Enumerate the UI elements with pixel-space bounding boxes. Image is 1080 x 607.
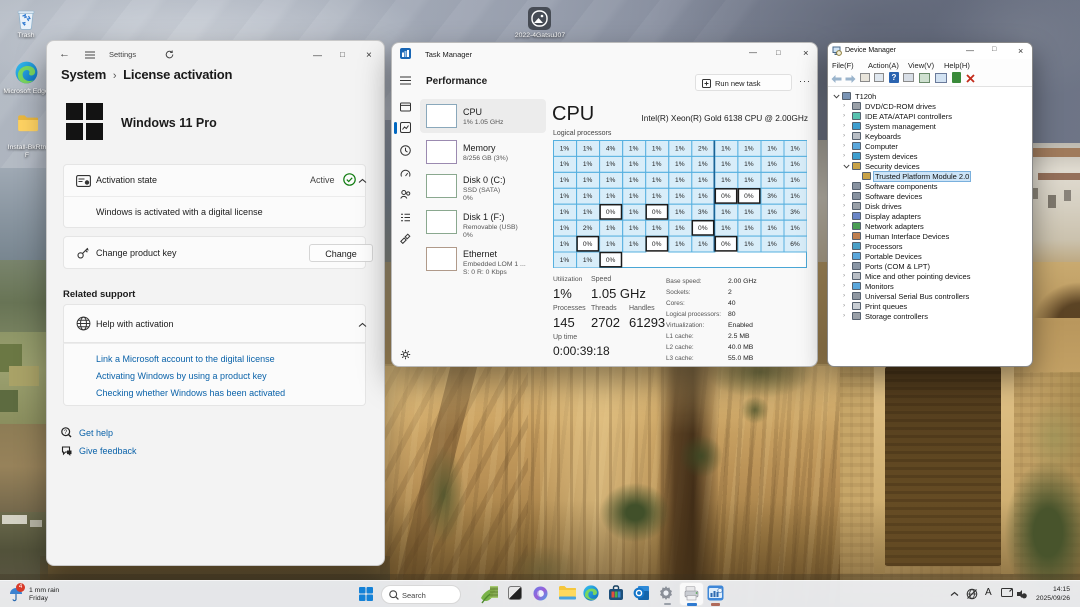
svg-text:0%: 0% <box>652 209 662 216</box>
svg-text:1%: 1% <box>560 145 570 152</box>
svg-text:1%: 1% <box>790 161 800 168</box>
svg-text:1%: 1% <box>583 257 593 264</box>
svg-text:1%: 1% <box>790 225 800 232</box>
svg-text:1%: 1% <box>721 145 731 152</box>
svg-text:1%: 1% <box>767 225 777 232</box>
svg-text:1%: 1% <box>606 225 616 232</box>
svg-text:1%: 1% <box>606 193 616 200</box>
svg-text:1%: 1% <box>744 225 754 232</box>
svg-text:1%: 1% <box>744 145 754 152</box>
svg-text:1%: 1% <box>652 145 662 152</box>
svg-text:1%: 1% <box>767 161 777 168</box>
svg-text:1%: 1% <box>675 209 685 216</box>
svg-text:1%: 1% <box>698 241 708 248</box>
svg-text:1%: 1% <box>790 145 800 152</box>
svg-text:1%: 1% <box>560 225 570 232</box>
svg-text:1%: 1% <box>606 177 616 184</box>
svg-text:1%: 1% <box>675 193 685 200</box>
svg-text:4%: 4% <box>606 145 616 152</box>
svg-text:2%: 2% <box>583 225 593 232</box>
svg-text:0%: 0% <box>606 209 616 216</box>
svg-text:1%: 1% <box>675 161 685 168</box>
svg-text:0%: 0% <box>744 193 754 200</box>
svg-text:2%: 2% <box>698 145 708 152</box>
svg-text:0%: 0% <box>652 241 662 248</box>
svg-text:1%: 1% <box>652 193 662 200</box>
svg-text:1%: 1% <box>744 161 754 168</box>
svg-text:1%: 1% <box>560 177 570 184</box>
svg-text:3%: 3% <box>790 209 800 216</box>
svg-text:1%: 1% <box>583 193 593 200</box>
svg-text:1%: 1% <box>721 225 731 232</box>
svg-text:0%: 0% <box>698 225 708 232</box>
svg-text:1%: 1% <box>675 241 685 248</box>
svg-text:1%: 1% <box>652 177 662 184</box>
svg-text:1%: 1% <box>767 209 777 216</box>
svg-text:1%: 1% <box>744 209 754 216</box>
svg-text:0%: 0% <box>606 257 616 264</box>
svg-text:1%: 1% <box>698 193 708 200</box>
svg-text:1%: 1% <box>652 161 662 168</box>
svg-text:1%: 1% <box>583 209 593 216</box>
svg-text:1%: 1% <box>629 177 639 184</box>
svg-text:0%: 0% <box>721 193 731 200</box>
svg-text:1%: 1% <box>629 193 639 200</box>
svg-text:1%: 1% <box>767 145 777 152</box>
svg-text:1%: 1% <box>675 177 685 184</box>
svg-text:1%: 1% <box>744 241 754 248</box>
svg-text:1%: 1% <box>698 177 708 184</box>
svg-text:1%: 1% <box>560 193 570 200</box>
svg-text:1%: 1% <box>652 225 662 232</box>
svg-text:1%: 1% <box>698 161 708 168</box>
svg-text:1%: 1% <box>767 241 777 248</box>
svg-text:1%: 1% <box>629 225 639 232</box>
svg-text:3%: 3% <box>698 209 708 216</box>
svg-text:1%: 1% <box>560 241 570 248</box>
svg-text:1%: 1% <box>721 209 731 216</box>
svg-text:1%: 1% <box>629 241 639 248</box>
svg-text:0%: 0% <box>583 241 593 248</box>
svg-text:1%: 1% <box>583 161 593 168</box>
svg-text:6%: 6% <box>790 241 800 248</box>
svg-text:1%: 1% <box>606 161 616 168</box>
svg-text:1%: 1% <box>721 177 731 184</box>
svg-text:1%: 1% <box>560 257 570 264</box>
svg-text:1%: 1% <box>675 145 685 152</box>
svg-text:1%: 1% <box>629 145 639 152</box>
svg-text:1%: 1% <box>560 209 570 216</box>
svg-text:3%: 3% <box>767 193 777 200</box>
svg-text:1%: 1% <box>629 209 639 216</box>
svg-text:1%: 1% <box>583 145 593 152</box>
svg-text:1%: 1% <box>790 193 800 200</box>
svg-text:1%: 1% <box>583 177 593 184</box>
svg-text:1%: 1% <box>721 161 731 168</box>
svg-text:0%: 0% <box>721 241 731 248</box>
svg-text:1%: 1% <box>560 161 570 168</box>
svg-text:1%: 1% <box>629 161 639 168</box>
svg-text:1%: 1% <box>767 177 777 184</box>
svg-text:1%: 1% <box>675 225 685 232</box>
svg-text:1%: 1% <box>744 177 754 184</box>
svg-text:1%: 1% <box>790 177 800 184</box>
svg-text:1%: 1% <box>606 241 616 248</box>
